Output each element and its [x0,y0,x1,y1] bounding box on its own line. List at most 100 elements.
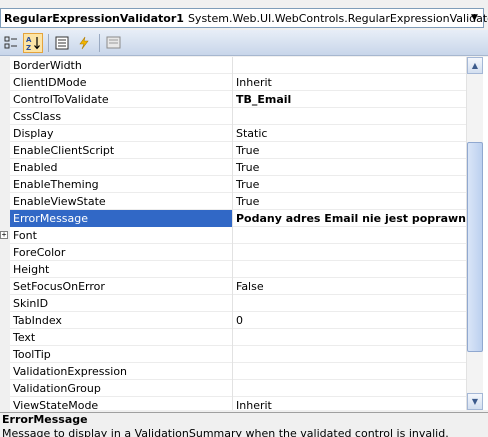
property-name[interactable]: Enabled [10,158,233,176]
property-row[interactable]: ValidationGroup [0,379,466,397]
property-name[interactable]: SetFocusOnError [10,277,233,295]
row-gutter [0,345,10,363]
property-name[interactable]: BorderWidth [10,57,233,74]
property-value[interactable]: True [233,193,466,210]
row-gutter [0,379,10,397]
row-gutter [0,90,10,108]
property-name[interactable]: ValidationGroup [10,379,233,397]
property-value[interactable]: Inherit [233,74,466,91]
property-value[interactable]: Static [233,125,466,142]
property-name[interactable]: ErrorMessage [10,209,233,227]
property-value[interactable]: Podany adres Email nie jest poprawny!!! [233,210,466,227]
property-row[interactable]: Display Static [0,124,466,142]
property-name[interactable]: ControlToValidate [10,90,233,108]
property-rows: BorderWidth ClientIDMode Inherit ControlToV… [0,57,466,410]
row-gutter [0,362,10,380]
property-row[interactable]: SkinID [0,294,466,312]
property-name[interactable]: Height [10,260,233,278]
svg-text:Z: Z [26,44,31,51]
property-value[interactable]: True [233,159,466,176]
property-name[interactable]: ViewStateMode [10,396,233,410]
property-row[interactable]: EnableClientScript True [0,141,466,159]
chevron-up-icon: ▲ [471,61,479,70]
row-gutter [0,175,10,193]
property-value[interactable]: True [233,142,466,159]
row-gutter: + [0,226,10,244]
property-value[interactable] [233,329,466,346]
property-value[interactable]: Inherit [233,397,466,411]
scroll-down-button[interactable]: ▼ [467,393,483,410]
property-value[interactable] [233,295,466,312]
property-row[interactable]: ClientIDMode Inherit [0,73,466,91]
property-value[interactable] [233,244,466,261]
properties-toolbar: A Z [0,30,488,56]
property-name[interactable]: ValidationExpression [10,362,233,380]
property-row[interactable]: EnableTheming True [0,175,466,193]
expand-icon[interactable]: + [0,230,8,239]
property-value[interactable]: TB_Email [233,91,466,108]
property-name[interactable]: Text [10,328,233,346]
property-row[interactable]: CssClass [0,107,466,125]
properties-window: RegularExpressionValidator1 System.Web.U… [0,0,488,437]
property-row[interactable]: EnableViewState True [0,192,466,210]
object-name: RegularExpressionValidator1 [4,11,184,25]
property-row[interactable]: ControlToValidate TB_Email [0,90,466,108]
property-pages-icon [106,36,120,49]
chevron-down-icon[interactable]: ▼ [466,9,483,27]
toolbar-separator [99,33,100,52]
property-name[interactable]: ForeColor [10,243,233,261]
object-type: System.Web.UI.WebControls.RegularExpress… [187,11,488,25]
property-name[interactable]: TabIndex [10,311,233,329]
scroll-up-button[interactable]: ▲ [467,57,483,74]
property-row[interactable]: ViewStateMode Inherit [0,396,466,411]
property-row[interactable]: ValidationExpression [0,362,466,380]
row-gutter [0,73,10,91]
property-row[interactable]: + Font [0,226,466,244]
property-pages-button[interactable] [103,33,123,53]
property-row[interactable]: BorderWidth [0,57,466,74]
row-gutter [0,141,10,159]
property-name[interactable]: EnableClientScript [10,141,233,159]
property-value[interactable] [233,261,466,278]
property-row[interactable]: Height [0,260,466,278]
property-name[interactable]: SkinID [10,294,233,312]
property-value[interactable] [233,227,466,244]
property-row[interactable]: Text [0,328,466,346]
row-gutter [0,294,10,312]
property-value[interactable]: False [233,278,466,295]
property-row[interactable]: SetFocusOnError False [0,277,466,295]
property-name[interactable]: Font [10,226,233,244]
property-name[interactable]: ClientIDMode [10,73,233,91]
property-row[interactable]: Enabled True [0,158,466,176]
row-gutter [0,260,10,278]
events-button[interactable] [74,33,94,53]
property-value[interactable] [233,346,466,363]
property-value[interactable] [233,57,466,74]
property-row[interactable]: ErrorMessage Podany adres Email nie jest … [0,209,466,227]
property-row[interactable]: TabIndex 0 [0,311,466,329]
property-name[interactable]: Display [10,124,233,142]
property-row[interactable]: ForeColor [0,243,466,261]
row-gutter [0,328,10,346]
property-name[interactable]: EnableViewState [10,192,233,210]
properties-button[interactable] [52,33,72,53]
property-row[interactable]: ToolTip [0,345,466,363]
property-value[interactable] [233,363,466,380]
categorized-button[interactable] [1,33,21,53]
object-selector-dropdown[interactable]: RegularExpressionValidator1 System.Web.U… [0,8,488,28]
row-gutter [0,209,10,227]
property-name[interactable]: CssClass [10,107,233,125]
alphabetical-button[interactable]: A Z [23,32,43,53]
property-value[interactable]: 0 [233,312,466,329]
property-name[interactable]: EnableTheming [10,175,233,193]
row-gutter [0,107,10,125]
property-value[interactable] [233,108,466,125]
property-name[interactable]: ToolTip [10,345,233,363]
vertical-scrollbar[interactable]: ▲ ▼ [466,57,483,410]
scrollbar-thumb[interactable] [467,142,483,352]
row-gutter [0,158,10,176]
row-gutter [0,311,10,329]
property-value[interactable] [233,380,466,397]
row-gutter [0,57,10,74]
property-value[interactable]: True [233,176,466,193]
